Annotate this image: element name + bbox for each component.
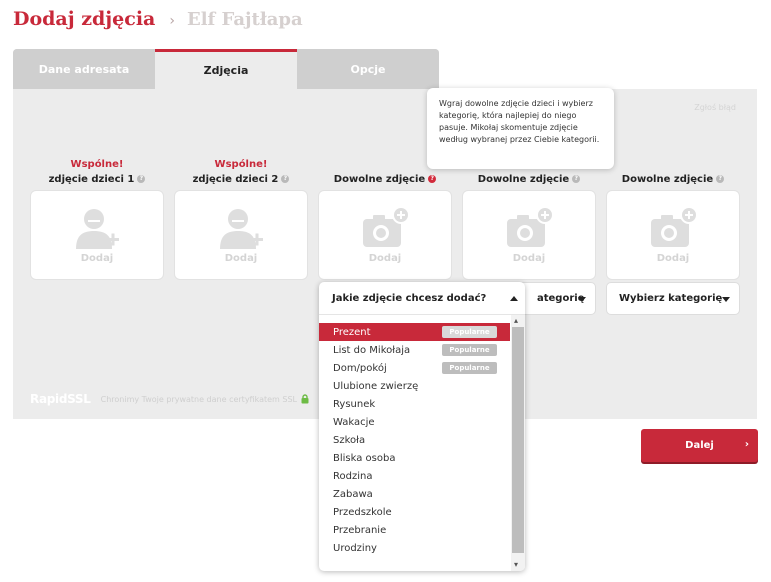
camera-add-icon xyxy=(651,206,698,247)
dropdown-option[interactable]: Prezent Popularne xyxy=(319,323,510,341)
popular-badge: Popularne xyxy=(442,344,497,356)
slot-label: zdjęcie dzieci 2? xyxy=(174,172,308,186)
recipient-name: Elf Fajtłapa xyxy=(186,9,303,30)
dropdown-option[interactable]: Przebranie xyxy=(319,521,510,539)
photo-slot-children-1: Wspólne! zdjęcie dzieci 1? Dodaj xyxy=(30,159,164,280)
chevron-right-icon: › xyxy=(744,439,749,450)
slot-label-text: zdjęcie dzieci 2 xyxy=(192,173,279,185)
upload-box[interactable]: Dodaj xyxy=(606,190,740,280)
scrollbar-thumb[interactable] xyxy=(512,327,524,553)
tab-photos[interactable]: Zdjęcia xyxy=(155,49,297,89)
option-label: Ulubione zwierzę xyxy=(333,380,419,392)
help-icon[interactable]: ? xyxy=(428,175,437,183)
chevron-up-icon xyxy=(510,296,518,301)
photo-slot-any-3: Dowolne zdjęcie? Dodaj xyxy=(606,159,740,280)
option-label: Przebranie xyxy=(333,524,387,536)
dropdown-option[interactable]: List do Mikołaja Popularne xyxy=(319,341,510,359)
dropdown-option[interactable]: Urodziny xyxy=(319,539,510,557)
option-label: Wakacje xyxy=(333,416,375,428)
photo-slot-children-2: Wspólne! zdjęcie dzieci 2? Dodaj xyxy=(174,159,308,280)
dropdown-option[interactable]: Bliska osoba xyxy=(319,449,510,467)
popular-badge: Popularne xyxy=(442,326,497,338)
tab-options[interactable]: Opcje xyxy=(297,49,439,89)
scroll-up-icon[interactable]: ▴ xyxy=(514,317,518,325)
help-icon[interactable]: ? xyxy=(572,175,581,183)
dropdown-option[interactable]: Dom/pokój Popularne xyxy=(319,359,510,377)
camera-add-icon xyxy=(507,206,554,247)
photo-slot-any-2: Dowolne zdjęcie? Dodaj xyxy=(462,159,596,280)
slot-label: Dowolne zdjęcie? xyxy=(606,172,740,186)
slot-label: Dowolne zdjęcie? xyxy=(462,172,596,186)
add-label: Dodaj xyxy=(656,253,690,264)
step-tabs: Dane adresata Zdjęcia Opcje xyxy=(13,49,439,89)
dropdown-option[interactable]: Zabawa xyxy=(319,485,510,503)
category-select-slot-5[interactable]: Wybierz kategorię xyxy=(606,282,740,315)
help-icon[interactable]: ? xyxy=(137,175,146,183)
popular-badge: Popularne xyxy=(442,362,497,374)
ssl-info: RapidSSL Chronimy Twoje prywatne dane ce… xyxy=(30,392,309,406)
upload-box[interactable]: Dodaj xyxy=(174,190,308,280)
add-label: Dodaj xyxy=(224,253,258,264)
scroll-down-icon[interactable]: ▾ xyxy=(514,561,518,569)
dropdown-option[interactable]: Ulubione zwierzę xyxy=(319,377,510,395)
upload-box[interactable]: Dodaj xyxy=(462,190,596,280)
camera-add-icon xyxy=(363,206,410,247)
option-label: Szkoła xyxy=(333,434,366,446)
slot-label-text: Dowolne zdjęcie xyxy=(477,173,570,185)
dropdown-arrow-icon xyxy=(578,297,586,302)
report-error-link[interactable]: Zgłoś błąd xyxy=(694,103,736,112)
photo-slot-any-1: Dowolne zdjęcie? Dodaj xyxy=(318,159,452,280)
category-select-value: Wybierz kategorię xyxy=(619,293,723,304)
option-label: Przedszkole xyxy=(333,506,392,518)
option-label: Rysunek xyxy=(333,398,376,410)
upload-box[interactable]: Dodaj xyxy=(30,190,164,280)
add-label: Dodaj xyxy=(80,253,114,264)
option-label: Dom/pokój xyxy=(333,362,387,374)
slot-label-text: Dowolne zdjęcie xyxy=(333,173,426,185)
dropdown-question: Jakie zdjęcie chcesz dodać? xyxy=(332,292,487,304)
tab-recipient-data[interactable]: Dane adresata xyxy=(13,49,155,89)
option-label: List do Mikołaja xyxy=(333,344,411,356)
breadcrumb-separator: › xyxy=(169,13,175,29)
common-photo-label: Wspólne! xyxy=(214,159,268,170)
person-add-icon xyxy=(220,209,263,249)
person-add-icon xyxy=(76,209,119,249)
slot-label: zdjęcie dzieci 1? xyxy=(30,172,164,186)
dropdown-option[interactable]: Rysunek xyxy=(319,395,510,413)
dropdown-header[interactable]: Jakie zdjęcie chcesz dodać? xyxy=(319,282,525,315)
common-photo-label xyxy=(606,159,740,172)
dropdown-option[interactable]: Rodzina xyxy=(319,467,510,485)
slot-label-text: zdjęcie dzieci 1 xyxy=(48,173,135,185)
dropdown-scrollbar[interactable]: ▴ ▾ xyxy=(511,315,525,571)
option-label: Prezent xyxy=(333,326,371,338)
dropdown-option[interactable]: Przedszkole xyxy=(319,503,510,521)
ssl-note: Chronimy Twoje prywatne dane certyfikate… xyxy=(100,394,297,404)
help-icon[interactable]: ? xyxy=(716,175,725,183)
option-label: Rodzina xyxy=(333,470,373,482)
option-label: Bliska osoba xyxy=(333,452,396,464)
next-button-label: Dalej xyxy=(685,440,714,451)
rapidssl-logo: RapidSSL xyxy=(30,392,91,406)
dropdown-option[interactable]: Szkoła xyxy=(319,431,510,449)
add-label: Dodaj xyxy=(512,253,546,264)
option-label: Zabawa xyxy=(333,488,373,500)
dropdown-arrow-icon xyxy=(722,297,730,302)
help-tooltip: Wgraj dowolne zdjęcie dzieci i wybierz k… xyxy=(427,88,614,169)
slot-label-text: Dowolne zdjęcie xyxy=(621,173,714,185)
common-photo-label: Wspólne! xyxy=(70,159,124,170)
dropdown-option[interactable]: Wakacje xyxy=(319,413,510,431)
option-label: Urodziny xyxy=(333,542,377,554)
help-icon[interactable]: ? xyxy=(281,175,290,183)
slot-label: Dowolne zdjęcie? xyxy=(318,172,452,186)
lock-icon xyxy=(301,394,309,404)
next-button[interactable]: Dalej › xyxy=(641,429,758,462)
upload-box[interactable]: Dodaj xyxy=(318,190,452,280)
dropdown-options: Prezent Popularne List do Mikołaja Popular… xyxy=(319,323,510,557)
page-header: Dodaj zdjęcia › Elf Fajtłapa xyxy=(13,8,303,38)
page-title: Dodaj zdjęcia xyxy=(13,8,156,30)
category-dropdown[interactable]: Jakie zdjęcie chcesz dodać? Prezent Popul… xyxy=(319,282,525,571)
add-label: Dodaj xyxy=(368,253,402,264)
